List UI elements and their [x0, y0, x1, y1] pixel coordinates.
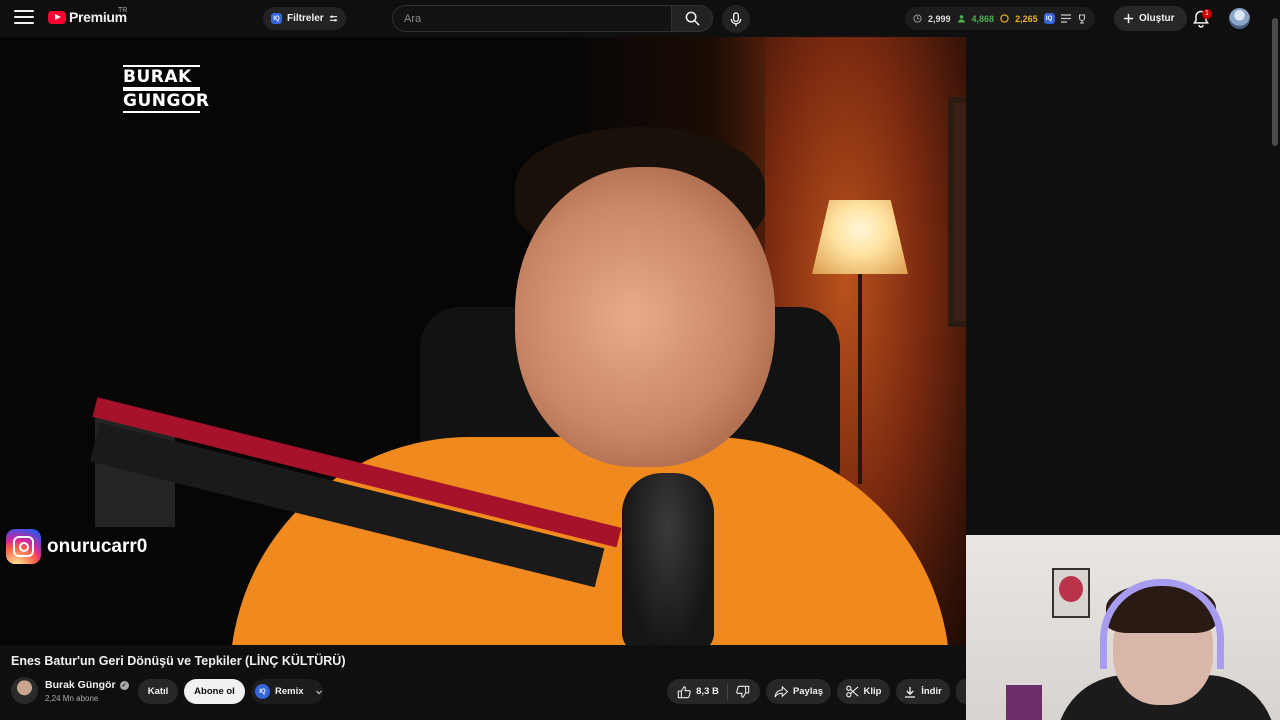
- coin-icon: [1000, 14, 1009, 23]
- channel-avatar[interactable]: [11, 677, 38, 704]
- plus-icon: [1123, 13, 1134, 24]
- sliders-icon: [329, 15, 337, 22]
- notification-count-badge: 1: [1202, 9, 1212, 19]
- instagram-handle: onurucarr0: [47, 535, 148, 557]
- brand-logo-line1: BURAK: [123, 65, 200, 89]
- stat-coins: 2,265: [1015, 13, 1038, 24]
- country-code: TR: [118, 7, 128, 14]
- join-button[interactable]: Katıl: [138, 679, 178, 704]
- clip-label: Klip: [863, 686, 882, 697]
- clip-button[interactable]: Klip: [837, 679, 890, 704]
- youtube-premium-logo[interactable]: Premium TR: [48, 7, 128, 25]
- filters-button[interactable]: IQ Filtreler: [263, 7, 346, 30]
- microphone-icon: [730, 11, 742, 26]
- scrollbar-thumb[interactable]: [1272, 18, 1278, 146]
- channel-name[interactable]: Burak Güngör ✓: [45, 679, 129, 691]
- search-icon: [685, 11, 700, 26]
- stat-users: 4,868: [971, 13, 995, 24]
- trophy-icon[interactable]: [1077, 13, 1087, 24]
- wall-picture: [1052, 568, 1090, 618]
- youtube-play-icon: [48, 10, 66, 24]
- list-icon[interactable]: [1060, 14, 1071, 23]
- share-icon: [774, 685, 788, 697]
- iq-icon[interactable]: IQ: [1043, 13, 1055, 24]
- lamp-pole: [858, 274, 862, 484]
- search-button[interactable]: [671, 5, 713, 32]
- video-title: Enes Batur'un Geri Dönüşü ve Tepkiler (L…: [11, 654, 346, 668]
- menu-icon[interactable]: [14, 10, 34, 26]
- extension-stats[interactable]: 2,999 4,868 2,265 IQ: [905, 7, 1095, 30]
- channel-name-text[interactable]: Burak Güngör: [45, 679, 116, 691]
- instagram-overlay: onurucarr0: [6, 529, 147, 564]
- stat-views: 2,999: [928, 13, 951, 24]
- remix-button[interactable]: IQ Remix: [251, 679, 323, 704]
- verified-icon: ✓: [119, 680, 129, 690]
- filters-label: Filtreler: [287, 13, 324, 24]
- remix-label: Remix: [275, 686, 304, 697]
- like-count[interactable]: 8,3 B: [696, 686, 719, 697]
- studio-microphone: [622, 473, 714, 645]
- voice-search-button[interactable]: [722, 5, 750, 33]
- chevron-down-icon: [315, 690, 322, 694]
- iq-icon: IQ: [271, 13, 282, 24]
- search-input[interactable]: [404, 12, 671, 25]
- like-dislike-group: 8,3 B: [667, 679, 760, 704]
- host-face: [515, 167, 775, 467]
- webcam-overlay: [966, 535, 1280, 720]
- download-label: İndir: [921, 686, 942, 697]
- scissors-icon: [845, 685, 858, 698]
- create-button[interactable]: Oluştur: [1114, 6, 1187, 31]
- search-box[interactable]: [392, 5, 672, 32]
- brand-logo-line2: GUNGOR: [123, 89, 210, 113]
- download-icon: [905, 686, 916, 698]
- create-label: Oluştur: [1139, 13, 1175, 24]
- account-avatar[interactable]: [1229, 8, 1250, 29]
- subscribe-button[interactable]: Abone ol: [184, 679, 245, 704]
- download-button[interactable]: İndir: [896, 679, 950, 704]
- wall-frame: [948, 97, 966, 327]
- divider: [726, 683, 728, 700]
- top-bar: Premium TR IQ Filtreler 2,999 4,868 2,26…: [0, 0, 1280, 37]
- channel-brand-logo: BURAK GUNGOR: [123, 65, 209, 113]
- streamer-mic: [1006, 685, 1042, 720]
- more-actions-button[interactable]: [956, 679, 966, 704]
- like-icon[interactable]: [677, 685, 691, 699]
- subscriber-count: 2,24 Mn abone: [45, 694, 99, 703]
- dislike-icon[interactable]: [736, 685, 750, 699]
- share-button[interactable]: Paylaş: [766, 679, 831, 704]
- share-label: Paylaş: [792, 686, 824, 697]
- iq-icon: IQ: [255, 684, 270, 699]
- instagram-icon: [6, 529, 41, 564]
- video-player[interactable]: BURAK GUNGOR onurucarr0: [0, 37, 966, 645]
- user-icon: [957, 15, 965, 23]
- clock-icon: [913, 14, 922, 23]
